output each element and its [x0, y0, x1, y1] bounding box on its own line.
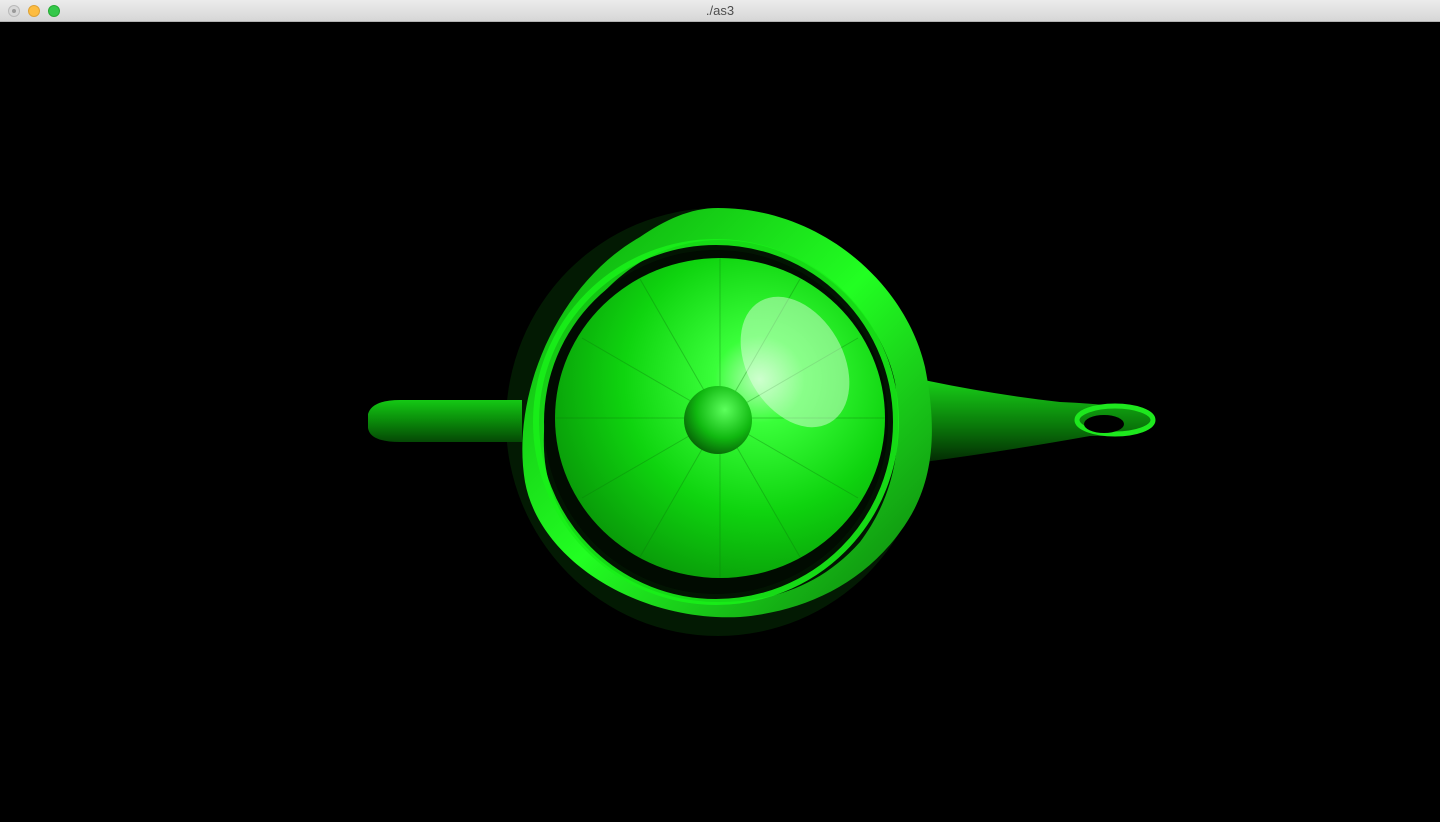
app-window: ./as3 — [0, 0, 1440, 822]
teapot-spout — [368, 400, 522, 442]
teapot-render — [368, 208, 1156, 636]
teapot-handle-hole — [1084, 415, 1124, 433]
opengl-canvas[interactable] — [0, 22, 1440, 822]
teapot-lid-knob — [684, 386, 752, 454]
title-bar[interactable]: ./as3 — [0, 0, 1440, 22]
window-title: ./as3 — [705, 3, 735, 18]
